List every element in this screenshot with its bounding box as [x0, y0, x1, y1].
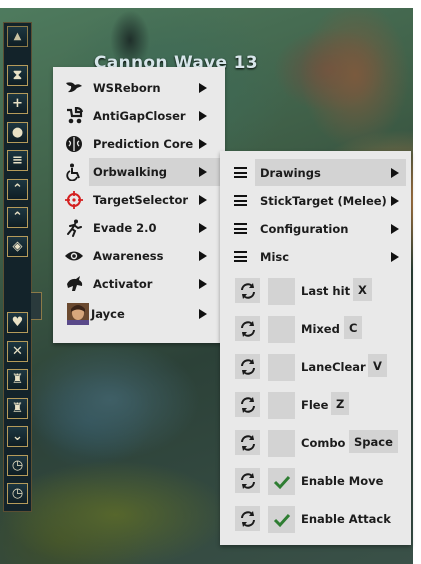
refresh-icon[interactable]	[235, 354, 260, 379]
toggle-row-enable-move: Enable Move	[220, 466, 411, 496]
refresh-icon[interactable]	[235, 430, 260, 455]
drop-icon[interactable]: ●	[7, 122, 28, 143]
hamburger-icon	[234, 167, 247, 178]
keybind-row-laneclear: LaneClear V	[220, 352, 411, 382]
enable-move-checkbox[interactable]	[268, 468, 295, 495]
trophy-icon[interactable]: ♜	[7, 369, 28, 390]
submenu-misc[interactable]: Misc	[220, 243, 411, 270]
eye-icon	[64, 246, 84, 266]
sidebar-tab-handle[interactable]	[31, 292, 42, 320]
last-hit-checkbox[interactable]	[268, 278, 295, 305]
submenu-arrow-icon	[391, 223, 399, 234]
dragon-icon	[64, 78, 84, 98]
submenu-sticktarget[interactable]: StickTarget (Melee)	[220, 187, 411, 214]
submenu-arrow-icon	[199, 251, 207, 261]
statue-art	[20, 340, 200, 460]
shield-down-icon[interactable]: ⌄	[7, 426, 28, 447]
combo-checkbox[interactable]	[268, 430, 295, 457]
mixed-key[interactable]: C	[344, 316, 363, 339]
submenu-arrow-icon	[391, 251, 399, 262]
collapse-arrow-icon[interactable]: ▲	[7, 26, 28, 47]
submenu-arrow-icon	[199, 195, 207, 205]
left-action-bar: ▲ ⧗ + ● ≡ ⌃ ⌃ ◈ ♥ ✕ ♜ ♜ ⌄ ◷ ◷	[3, 22, 32, 512]
top-border	[0, 0, 421, 8]
refresh-icon[interactable]	[235, 278, 260, 303]
menu-item-orbwalking[interactable]: Orbwalking	[66, 158, 225, 186]
checkmark-icon	[273, 475, 290, 489]
laneclear-checkbox[interactable]	[268, 354, 295, 381]
stroller-icon	[64, 106, 84, 126]
keybind-row-last-hit: Last hit X	[220, 276, 411, 306]
submenu-arrow-icon	[199, 309, 207, 319]
submenu-arrow-icon	[391, 195, 399, 206]
last-hit-key[interactable]: X	[353, 278, 372, 301]
menu-item-activator[interactable]: Activator	[53, 270, 225, 298]
hamburger-icon	[234, 195, 247, 206]
lock-up-icon[interactable]: ⌃	[7, 207, 28, 228]
refresh-icon[interactable]	[235, 392, 260, 417]
combo-key[interactable]: Space	[349, 430, 398, 453]
flee-checkbox[interactable]	[268, 392, 295, 419]
submenu-arrow-icon	[199, 111, 207, 121]
foliage-art	[0, 460, 230, 564]
menu-item-wsreborn[interactable]: WSReborn	[53, 74, 225, 102]
trophy-icon[interactable]: ♜	[7, 398, 28, 419]
submenu-arrow-icon	[199, 279, 207, 289]
menu-item-antigapcloser[interactable]: AntiGapCloser	[53, 102, 225, 130]
horseman-icon	[64, 274, 84, 294]
keybind-row-combo: Combo Space	[220, 428, 411, 458]
orbwalking-menu: Drawings StickTarget (Melee) Configurati…	[220, 151, 411, 545]
chevron-up-icon[interactable]: ⌃	[7, 179, 28, 200]
menu-item-prediction-core[interactable]: Prediction Core	[53, 130, 225, 158]
submenu-arrow-icon	[199, 167, 207, 177]
brain-icon	[64, 134, 84, 154]
laneclear-key[interactable]: V	[368, 354, 387, 377]
heart-icon[interactable]: ♥	[7, 312, 28, 333]
wheelchair-icon	[64, 162, 84, 182]
refresh-icon[interactable]	[235, 506, 260, 531]
submenu-arrow-icon	[199, 223, 207, 233]
submenu-arrow-icon	[199, 83, 207, 93]
cross-icon[interactable]: ✕	[7, 341, 28, 362]
hamburger-icon	[234, 251, 247, 262]
hamburger-icon	[234, 223, 247, 234]
menu-item-awareness[interactable]: Awareness	[53, 242, 225, 270]
submenu-arrow-icon	[199, 139, 207, 149]
clock-icon[interactable]: ◷	[7, 455, 28, 476]
plus-icon[interactable]: +	[7, 93, 28, 114]
submenu-configuration[interactable]: Configuration	[220, 215, 411, 242]
checkmark-icon	[273, 513, 290, 527]
refresh-icon[interactable]	[235, 316, 260, 341]
hourglass-icon[interactable]: ⧗	[7, 65, 28, 86]
submenu-drawings[interactable]: Drawings	[220, 159, 411, 186]
flee-key[interactable]: Z	[331, 392, 350, 415]
submenu-arrow-icon	[391, 167, 399, 178]
toggle-row-enable-attack: Enable Attack	[220, 504, 411, 534]
clock-icon[interactable]: ◷	[7, 483, 28, 504]
menu-item-evade[interactable]: Evade 2.0	[53, 214, 225, 242]
main-menu: WSReborn AntiGapCloser Prediction Core O…	[53, 67, 225, 343]
coins-icon[interactable]: ≡	[7, 150, 28, 171]
menu-item-jayce[interactable]: Jayce	[53, 300, 225, 328]
keybind-row-flee: Flee Z	[220, 390, 411, 420]
running-icon	[64, 218, 84, 238]
right-border	[413, 0, 421, 564]
enable-attack-checkbox[interactable]	[268, 506, 295, 533]
diamond-icon[interactable]: ◈	[7, 236, 28, 257]
refresh-icon[interactable]	[235, 468, 260, 493]
crosshair-icon	[64, 190, 84, 210]
mixed-checkbox[interactable]	[268, 316, 295, 343]
keybind-row-mixed: Mixed C	[220, 314, 411, 344]
menu-item-targetselector[interactable]: TargetSelector	[53, 186, 225, 214]
champion-portrait-icon	[67, 303, 89, 325]
creature-art	[300, 0, 410, 150]
